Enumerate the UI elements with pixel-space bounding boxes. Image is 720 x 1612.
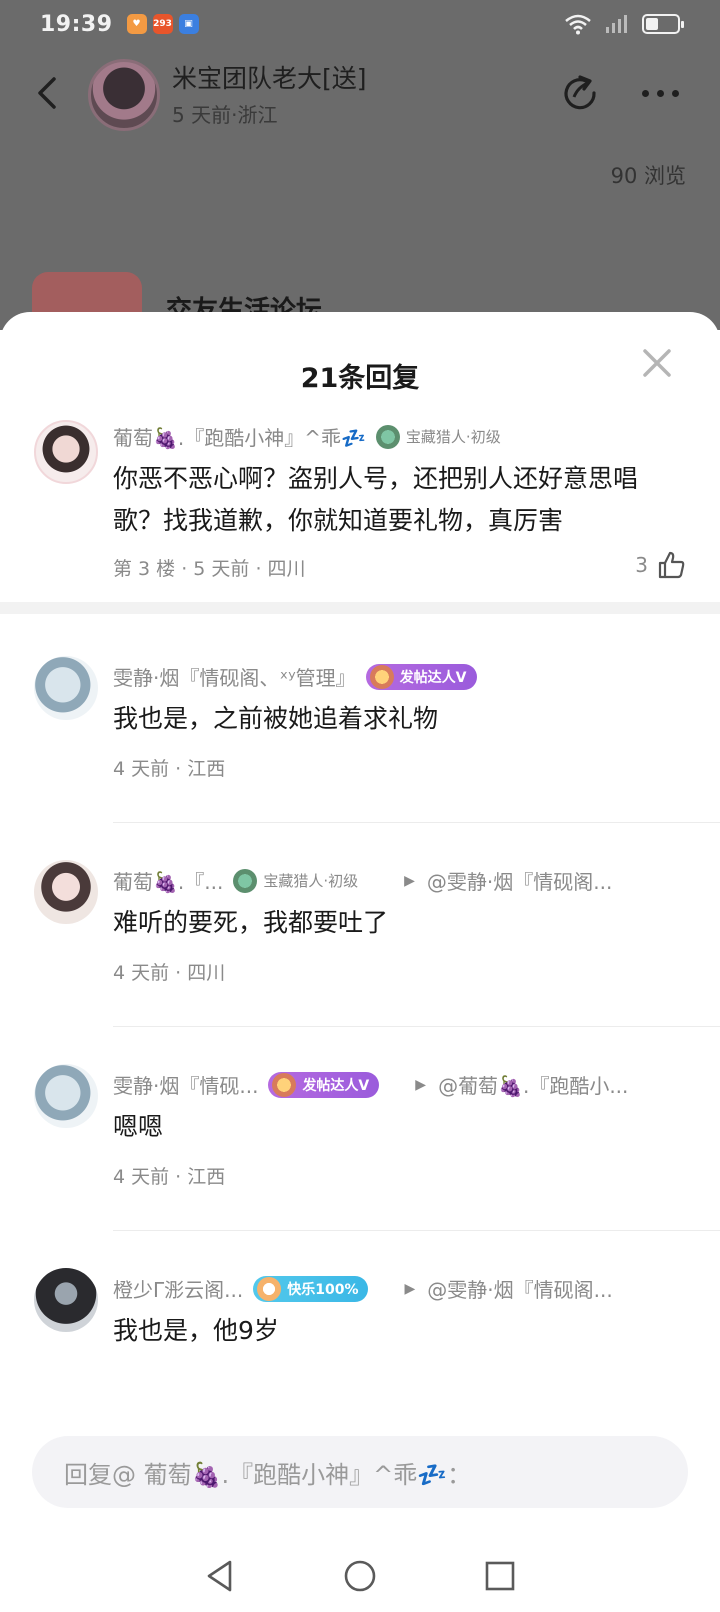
- reply-meta: 4 天前 · 江西: [113, 758, 226, 780]
- reply-text: 嗯嗯: [113, 1112, 164, 1141]
- reply-author[interactable]: 雯静·烟『情砚...: [113, 1070, 258, 1099]
- avatar[interactable]: [34, 1268, 98, 1332]
- reply-arrow-icon: ▶: [404, 872, 415, 889]
- reply-author[interactable]: 雯静·烟『情砚阁、ˣʸ管理』: [113, 662, 356, 691]
- dot-icon: [642, 89, 649, 97]
- sheet-title: 21条回复: [300, 363, 420, 394]
- reply-meta: 4 天前 · 江西: [113, 1166, 226, 1188]
- level-badge[interactable]: 宝藏猎人·初级: [375, 424, 511, 450]
- comment-author[interactable]: 葡萄🍇.『跑酷小神』^乖💤: [113, 422, 366, 451]
- status-app-icons: ♥ 293 ▣: [126, 14, 199, 34]
- heart-app-icon: ♥: [126, 14, 147, 34]
- badge-label: 宝藏猎人·初级: [263, 872, 359, 890]
- section-divider: [0, 602, 720, 614]
- divider: [113, 1026, 720, 1027]
- reply-text: 我也是，之前被她追着求礼物: [113, 704, 439, 733]
- comment-text: 你恶不恶心啊？盗别人号，还把别人还好意思唱歌？找我道歉，你就知道要礼物，真厉害: [113, 464, 639, 535]
- like-button[interactable]: 3: [635, 550, 686, 580]
- reply-input[interactable]: 回复@ 葡萄🍇.『跑酷小神』^乖💤：: [32, 1436, 688, 1508]
- nav-back-button[interactable]: [200, 1556, 240, 1596]
- triangle-back-icon: [207, 1560, 232, 1592]
- avatar[interactable]: [34, 656, 98, 720]
- poster-badge-icon: [369, 664, 394, 689]
- like-count: 3: [635, 553, 648, 577]
- reply-arrow-icon: ▶: [404, 1280, 416, 1297]
- background-post-page: 19:39 ♥ 293 ▣ 米宝团队老大[送] 5 天前·浙江 90 浏览 交友…: [0, 0, 720, 332]
- reply-arrow-icon: ▶: [415, 1076, 427, 1093]
- battery-icon: [642, 14, 684, 34]
- reply-target[interactable]: @葡萄🍇.『跑酷小...: [438, 1070, 628, 1099]
- comment-meta: 第 3 楼 · 5 天前 · 四川: [113, 558, 306, 580]
- dot-icon: [657, 89, 664, 97]
- signal-icon: [606, 15, 627, 33]
- status-bar: 19:39 ♥ 293 ▣: [0, 0, 720, 48]
- reply-author-line: 雯静·烟『情砚... 发帖达人V ▶ @葡萄🍇.『跑酷小...: [113, 1070, 693, 1099]
- back-arrow-icon[interactable]: [30, 73, 64, 113]
- close-icon[interactable]: [640, 346, 674, 380]
- happy-badge[interactable]: 快乐100%: [253, 1275, 369, 1302]
- poster-badge-icon: [272, 1072, 297, 1097]
- nav-recents-button[interactable]: [480, 1556, 520, 1596]
- dot-icon: [672, 89, 679, 97]
- post-header: 米宝团队老大[送] 5 天前·浙江: [0, 55, 720, 135]
- reply-text: 难听的要死，我都要吐了: [113, 908, 389, 937]
- badge-label: 宝藏猎人·初级: [405, 428, 501, 446]
- reply-author-line: 雯静·烟『情砚阁、ˣʸ管理』 发帖达人V: [113, 662, 693, 691]
- wifi-icon: [565, 14, 591, 35]
- reply-text: 我也是，他9岁: [113, 1316, 279, 1345]
- battery-fill: [646, 18, 658, 30]
- replies-sheet: 21条回复 葡萄🍇.『跑酷小神』^乖💤 宝藏猎人·初级 你恶不恶心啊？盗别人号，…: [0, 312, 720, 1612]
- reply-meta: 4 天前 · 四川: [113, 962, 226, 984]
- avatar[interactable]: [34, 420, 98, 484]
- circle-home-icon: [344, 1560, 376, 1592]
- reply-target[interactable]: @雯静·烟『情砚阁...: [427, 866, 612, 895]
- square-recents-icon: [485, 1561, 515, 1591]
- treasure-hunter-icon: [375, 424, 400, 449]
- avatar[interactable]: [34, 1064, 98, 1128]
- happy-badge-icon: [257, 1276, 282, 1301]
- comment-author-line: 葡萄🍇.『跑酷小神』^乖💤 宝藏猎人·初级: [113, 422, 693, 451]
- poster-avatar[interactable]: [88, 59, 160, 131]
- reply-author[interactable]: 葡萄🍇.『...: [113, 866, 223, 895]
- badge-label: 快乐100%: [287, 1281, 359, 1298]
- share-icon[interactable]: [560, 73, 602, 115]
- reply-target[interactable]: @雯静·烟『情砚阁...: [427, 1274, 612, 1303]
- poster-name[interactable]: 米宝团队老大[送]: [172, 59, 367, 95]
- treasure-hunter-icon: [233, 868, 258, 893]
- more-options-button[interactable]: [642, 85, 686, 101]
- view-count: 90 浏览: [610, 164, 686, 188]
- poster-badge[interactable]: 发帖达人V: [268, 1071, 380, 1098]
- reply-author[interactable]: 橙少Γ浵云阁...: [113, 1274, 243, 1303]
- avatar[interactable]: [34, 860, 98, 924]
- poster-meta: 5 天前·浙江: [172, 103, 278, 127]
- status-time: 19:39: [40, 11, 113, 37]
- divider: [113, 1230, 720, 1231]
- blue-app-icon: ▣: [178, 14, 199, 34]
- reply-input-placeholder: 回复@ 葡萄🍇.『跑酷小神』^乖💤：: [64, 1460, 472, 1489]
- level-badge[interactable]: 宝藏猎人·初级: [233, 868, 368, 894]
- reply-author-line: 葡萄🍇.『... 宝藏猎人·初级 ▶ @雯静·烟『情砚阁...: [113, 866, 693, 895]
- badge-label: 发帖达人V: [399, 669, 467, 686]
- thumbs-up-icon: [658, 551, 685, 579]
- divider: [113, 822, 720, 823]
- badge-label: 发帖达人V: [302, 1077, 370, 1094]
- poster-badge[interactable]: 发帖达人V: [365, 663, 477, 690]
- app-293-icon: 293: [152, 14, 173, 34]
- nav-home-button[interactable]: [340, 1556, 380, 1596]
- reply-author-line: 橙少Γ浵云阁... 快乐100% ▶ @雯静·烟『情砚阁...: [113, 1274, 693, 1303]
- system-navigation-bar: [0, 1540, 720, 1612]
